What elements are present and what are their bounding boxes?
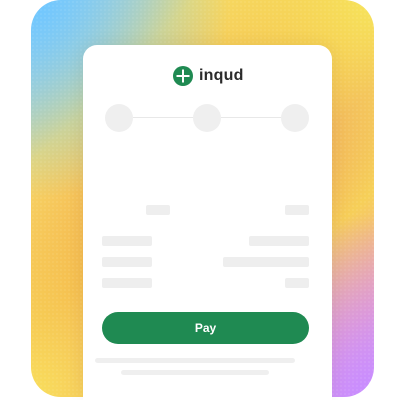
stepper-connector — [221, 117, 283, 118]
placeholder-label — [102, 257, 152, 267]
placeholder-value — [223, 257, 309, 267]
placeholder-value — [285, 278, 309, 288]
placeholder-label — [102, 278, 152, 288]
brand-name: inqud — [199, 67, 244, 84]
placeholder-value — [249, 236, 309, 246]
brand: inqud — [173, 66, 244, 86]
payment-card: inqud Pay — [83, 45, 332, 400]
inqud-logo-icon — [173, 66, 193, 86]
placeholder-footer-line — [95, 358, 295, 363]
step-2-indicator — [193, 104, 221, 132]
checkout-stepper — [103, 102, 312, 134]
placeholder-label — [146, 205, 170, 215]
stepper-connector — [133, 117, 195, 118]
step-1-indicator — [105, 104, 133, 132]
placeholder-value — [285, 205, 309, 215]
placeholder-footer-line — [121, 370, 269, 375]
step-3-indicator — [281, 104, 309, 132]
pay-button[interactable]: Pay — [102, 312, 309, 344]
pay-button-label: Pay — [194, 321, 217, 335]
placeholder-label — [102, 236, 152, 246]
